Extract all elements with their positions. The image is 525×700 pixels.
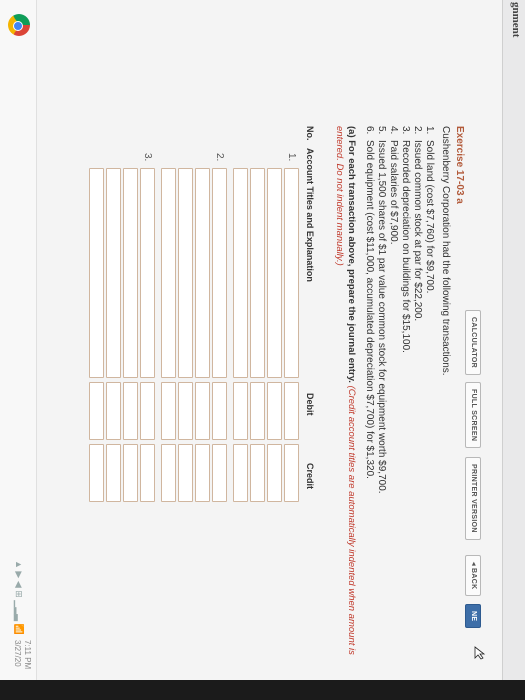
credit-input[interactable]	[140, 444, 155, 502]
credit-input[interactable]	[212, 444, 227, 502]
col-header-credit: Credit	[305, 463, 315, 490]
calculator-button[interactable]: CALCULATOR	[465, 310, 481, 375]
col-header-account: Account Titles and Explanation	[305, 148, 315, 282]
next-button[interactable]: NE	[465, 604, 481, 629]
debit-input[interactable]	[233, 382, 248, 440]
credit-input[interactable]	[178, 444, 193, 502]
debit-input[interactable]	[212, 382, 227, 440]
list-item: 5.Issued 1,500 shares of $1 par value co…	[376, 126, 387, 494]
credit-input[interactable]	[267, 444, 282, 502]
taskbar-clock: 7:11 PM 3/27/20	[12, 640, 32, 669]
page-header: gnment	[502, 0, 525, 680]
instruction-lead: (a) For each transaction above, prepare …	[346, 126, 357, 383]
account-title-input[interactable]	[89, 168, 104, 378]
account-title-input[interactable]	[233, 168, 248, 378]
clock-date: 3/27/20	[13, 640, 22, 667]
debit-input[interactable]	[267, 382, 282, 440]
credit-input[interactable]	[106, 444, 121, 502]
account-title-input[interactable]	[250, 168, 265, 378]
debit-input[interactable]	[106, 382, 121, 440]
credit-input[interactable]	[195, 444, 210, 502]
credit-input[interactable]	[233, 444, 248, 502]
col-header-no: No.	[305, 126, 315, 141]
debit-input[interactable]	[195, 382, 210, 440]
list-item: 4.Paid salaries of $7,900.	[388, 126, 399, 245]
account-title-input[interactable]	[284, 168, 299, 378]
rotated-screen: gnment CALCULATOR FULL SCREEN PRINTER VE…	[0, 0, 525, 680]
account-title-input[interactable]	[178, 168, 193, 378]
exercise-title: Exercise 17-03 a	[454, 126, 465, 204]
account-title-input[interactable]	[123, 168, 138, 378]
credit-input[interactable]	[284, 444, 299, 502]
list-item: 2.Issued common stock at par for $22,200…	[412, 126, 423, 322]
full-screen-button[interactable]: FULL SCREEN	[465, 382, 481, 449]
account-title-input[interactable]	[106, 168, 121, 378]
debit-input[interactable]	[250, 382, 265, 440]
credit-input[interactable]	[89, 444, 104, 502]
account-title-input[interactable]	[140, 168, 155, 378]
row-number: 1.	[286, 153, 297, 162]
debit-input[interactable]	[123, 382, 138, 440]
instructions: (a) For each transaction above, prepare …	[333, 126, 357, 656]
clock-time: 7:11 PM	[23, 640, 32, 670]
printer-version-button[interactable]: PRINTER VERSION	[465, 457, 481, 540]
account-title-input[interactable]	[161, 168, 176, 378]
debit-input[interactable]	[140, 382, 155, 440]
taskbar: ▲ ▶ ◀ ⊞ ▁▂▃ 📶 7:11 PM 3/27/20	[0, 0, 37, 680]
list-item: 1.Sold land (cost $7,760) for $9,700.	[424, 126, 435, 294]
col-header-debit: Debit	[305, 393, 315, 416]
transaction-list: 1.Sold land (cost $7,760) for $9,700. 2.…	[363, 126, 435, 494]
credit-input[interactable]	[123, 444, 138, 502]
system-tray: ▲ ▶ ◀ ⊞ ▁▂▃ 📶	[14, 560, 24, 635]
page-title: gnment	[510, 2, 522, 38]
browser-page: gnment CALCULATOR FULL SCREEN PRINTER VE…	[0, 0, 525, 680]
credit-input[interactable]	[161, 444, 176, 502]
row-number: 3.	[142, 153, 153, 162]
list-item: 3.Recorded depreciation on buildings for…	[400, 126, 411, 353]
debit-input[interactable]	[284, 382, 299, 440]
debit-input[interactable]	[161, 382, 176, 440]
account-title-input[interactable]	[267, 168, 282, 378]
credit-input[interactable]	[250, 444, 265, 502]
back-button[interactable]: ◂ BACK	[465, 555, 481, 597]
list-item: 6.Sold equipment (cost $11,000, accumula…	[364, 126, 375, 479]
exercise-intro: Cushenberry Corporation had the followin…	[440, 126, 451, 376]
cursor-icon	[474, 646, 486, 660]
chrome-icon[interactable]	[8, 14, 30, 36]
account-title-input[interactable]	[212, 168, 227, 378]
account-title-input[interactable]	[195, 168, 210, 378]
debit-input[interactable]	[178, 382, 193, 440]
debit-input[interactable]	[89, 382, 104, 440]
row-number: 2.	[214, 153, 225, 162]
